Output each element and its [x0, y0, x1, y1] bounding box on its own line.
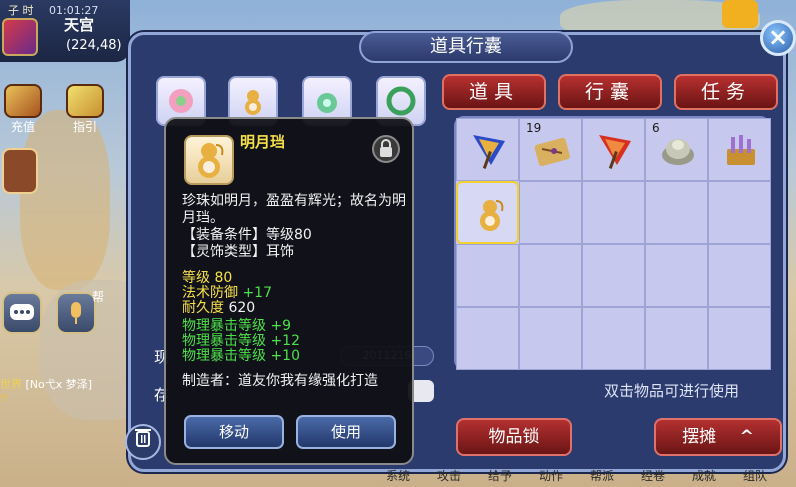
item-name: 明月珰: [240, 133, 286, 151]
tab-bag[interactable]: 行囊: [558, 74, 662, 110]
gourd-earring-icon: [198, 143, 224, 178]
double-click-hint: 双击物品可进行使用: [604, 382, 740, 400]
inventory-slot[interactable]: [708, 244, 771, 307]
player-avatar[interactable]: [2, 18, 38, 56]
gourd-earring-icon: [245, 90, 261, 115]
flower-charm-icon: [169, 89, 193, 113]
chat-channel: 世界: [0, 378, 22, 391]
gang-label: 帮: [92, 290, 105, 304]
item-lock-button[interactable]: 物品锁: [456, 418, 572, 456]
gold-treasure-icon: [727, 135, 755, 165]
guide-button[interactable]: 指引: [62, 84, 108, 136]
chest-icon: [4, 84, 42, 118]
item-count: 19: [526, 121, 542, 135]
bottom-navigation: 系统 攻击 给予 动作 帮派 经卷 成就 组队: [386, 467, 796, 487]
tab-tasks[interactable]: 任务: [674, 74, 778, 110]
stat-level: 等级 80: [182, 270, 233, 286]
move-arrows-icon[interactable]: [2, 148, 38, 194]
recharge-button[interactable]: 充值: [0, 84, 46, 136]
jade-pendant-icon: [317, 93, 337, 113]
chat-sender: [No弋x 梦泽]: [25, 378, 93, 391]
item-tooltip: 明月珰 珍珠如明月，盈盈有辉光；故名为明月珰。 【装备条件】等级80 【灵饰类型…: [164, 117, 414, 465]
stat-durability: 耐久度 620: [182, 300, 256, 316]
blue-fan-flag-icon: [473, 135, 505, 169]
inventory-slot[interactable]: [582, 307, 645, 370]
inventory-slot[interactable]: [519, 244, 582, 307]
bottom-nav-item[interactable]: 给予: [488, 467, 512, 484]
inventory-slot[interactable]: [645, 244, 708, 307]
jade-bracelet-icon: [386, 86, 416, 116]
scroll-icon: [66, 84, 104, 118]
stall-button[interactable]: 摆摊 ^: [654, 418, 782, 456]
item-count: 6: [652, 121, 660, 135]
inventory-slot[interactable]: [645, 307, 708, 370]
silver-disc-icon: [662, 139, 694, 165]
inventory-slot[interactable]: [582, 244, 645, 307]
bottom-nav-item[interactable]: 系统: [386, 467, 410, 484]
red-fan-flag-icon: [599, 135, 631, 169]
bottom-nav-item[interactable]: 帮派: [590, 467, 614, 484]
bottom-nav-item[interactable]: 攻击: [437, 467, 461, 484]
tab-items[interactable]: 道具: [442, 74, 546, 110]
accessory-type: 【灵饰类型】耳饰: [182, 244, 294, 260]
stat-crit-1: 物理暴击等级 +9: [182, 318, 292, 334]
bottom-nav-item[interactable]: 经卷: [641, 467, 665, 484]
coordinates: (224,48): [66, 38, 122, 53]
stat-crit-2: 物理暴击等级 +12: [182, 333, 300, 349]
move-button[interactable]: 移动: [184, 415, 284, 449]
use-button[interactable]: 使用: [296, 415, 396, 449]
minimap-panel[interactable]: 子 时 01:01:27 天宫 (224,48): [0, 0, 130, 62]
tooltip-item-icon: [184, 135, 234, 185]
treasure-map-icon: [534, 137, 570, 167]
inventory-slot[interactable]: [708, 181, 771, 244]
close-icon[interactable]: ×: [760, 20, 796, 56]
chat-preview: ff: [0, 392, 8, 405]
gourd-earring-icon: [480, 200, 504, 231]
bottom-nav-item[interactable]: 动作: [539, 467, 563, 484]
panel-title: 道具行囊: [359, 31, 573, 63]
inventory-slot[interactable]: [519, 307, 582, 370]
inventory-slot[interactable]: [708, 118, 771, 181]
lock-icon[interactable]: [372, 135, 400, 163]
inventory-slot[interactable]: [456, 118, 519, 181]
bottom-nav-item[interactable]: 组队: [743, 467, 767, 484]
stat-crit-3: 物理暴击等级 +10: [182, 348, 300, 364]
inventory-grid: 19 6: [454, 116, 771, 370]
inventory-slot[interactable]: [456, 244, 519, 307]
inventory-slot[interactable]: [582, 181, 645, 244]
chat-message[interactable]: 世界 [No弋x 梦泽] ff: [0, 376, 92, 405]
inventory-slot[interactable]: 19: [519, 118, 582, 181]
trash-icon[interactable]: [125, 424, 161, 460]
description-text: 珍珠如明月，盈盈有辉光；故名为明月珰。: [182, 193, 406, 226]
guide-label: 指引: [72, 120, 97, 134]
stat-magic-defense: 法术防御 +17: [182, 285, 272, 301]
recharge-label: 充值: [10, 120, 35, 134]
inventory-slot[interactable]: [456, 181, 519, 244]
inventory-slot[interactable]: [519, 181, 582, 244]
microphone-button[interactable]: [56, 292, 96, 334]
bottom-nav-item[interactable]: 成就: [692, 467, 716, 484]
item-description: 珍珠如明月，盈盈有辉光；故名为明月珰。 【装备条件】等级80 【灵饰类型】耳饰: [182, 193, 406, 261]
chat-bubble-button[interactable]: [2, 292, 42, 334]
inventory-slot[interactable]: [708, 307, 771, 370]
pet-icon[interactable]: [722, 0, 758, 28]
stall-label: 摆摊: [682, 427, 717, 447]
maker-text: 制造者：道友你我有缘强化打造: [182, 373, 378, 389]
inventory-slot[interactable]: [582, 118, 645, 181]
chevron-up-icon: ^: [739, 427, 754, 447]
location-name: 天宫: [64, 16, 95, 34]
inventory-slot[interactable]: [645, 181, 708, 244]
inventory-slot[interactable]: [456, 307, 519, 370]
equip-requirement: 【装备条件】等级80: [182, 227, 312, 243]
inventory-slot[interactable]: 6: [645, 118, 708, 181]
